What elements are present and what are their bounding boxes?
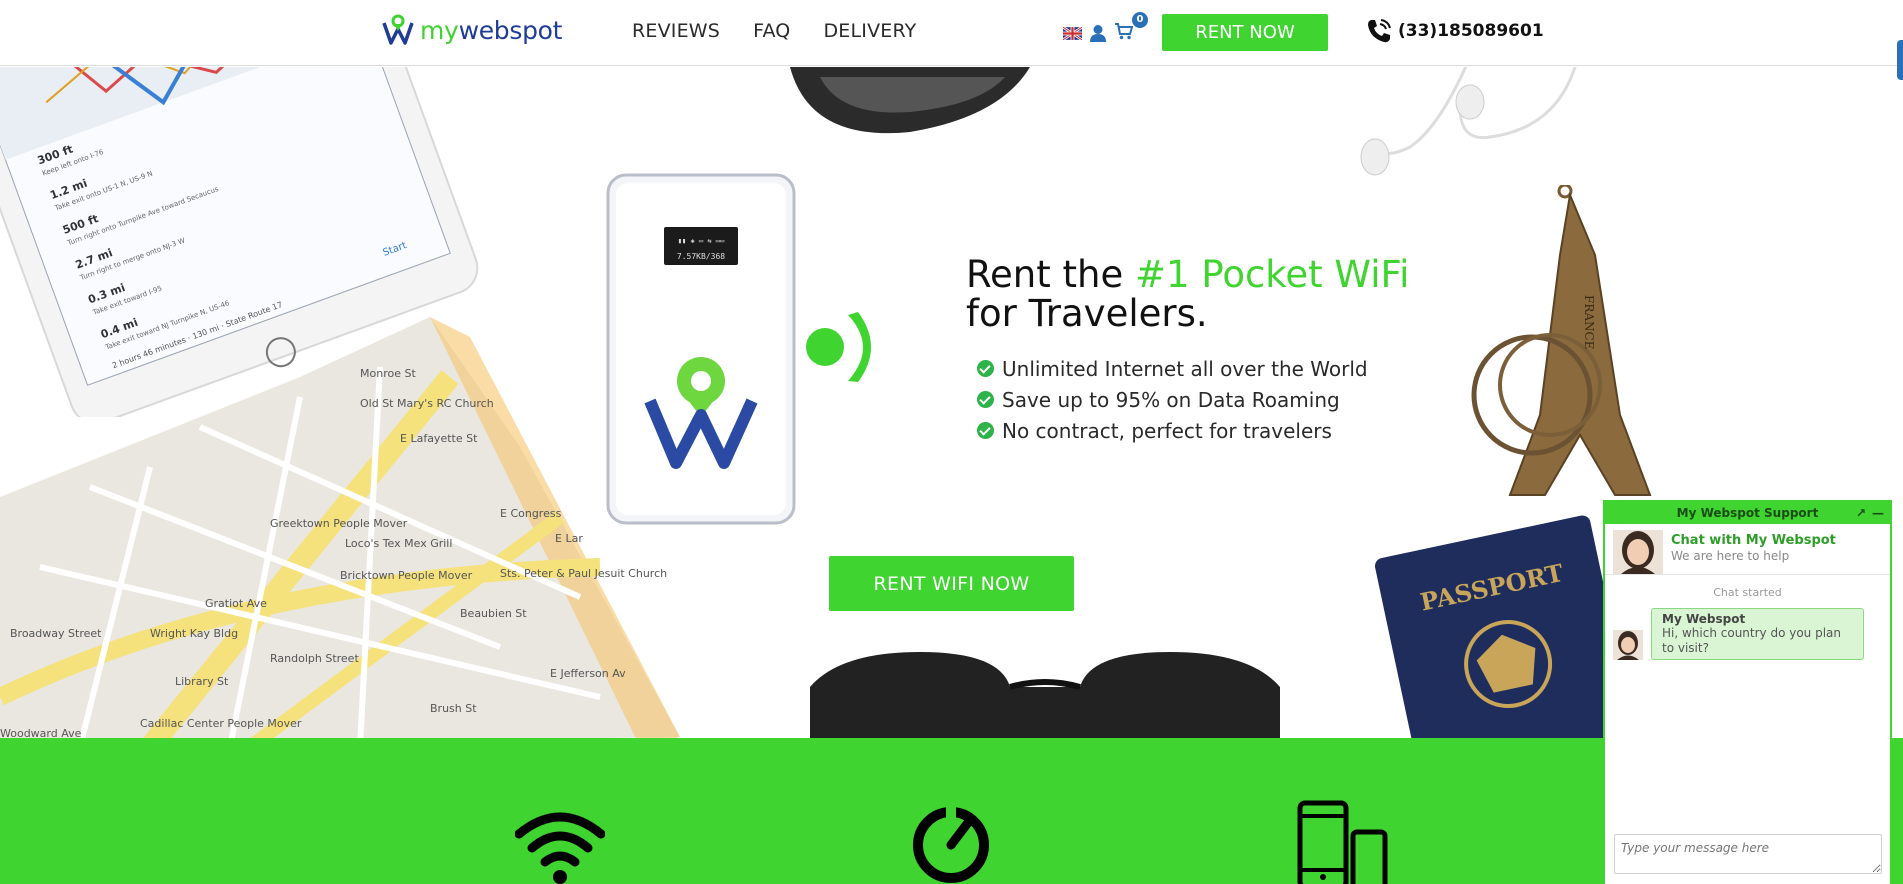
map-label: Loco's Tex Mex Grill: [345, 537, 452, 550]
page: mywebspot REVIEWS FAQ DELIVERY 0 RENT NO…: [0, 0, 1903, 884]
nav-reviews[interactable]: REVIEWS: [632, 20, 720, 42]
hero-headline: Rent the #1 Pocket WiFi for Travelers.: [966, 255, 1409, 333]
check-circle-icon: [977, 360, 994, 377]
logo-text: mywebspot: [420, 16, 562, 45]
chat-intro: Chat with My Webspot We are here to help: [1605, 524, 1890, 575]
message-text: Hi, which country do you plan to visit?: [1662, 626, 1842, 655]
chat-header[interactable]: My Webspot Support ↗ —: [1605, 502, 1890, 524]
map-label: Library St: [175, 675, 229, 688]
feature-text: Save up to 95% on Data Roaming: [1002, 387, 1340, 412]
map-label: Wright Kay Bldg: [150, 627, 238, 640]
check-circle-icon: [977, 391, 994, 408]
uk-flag-icon[interactable]: [1063, 26, 1082, 40]
map-label: E Congress: [500, 507, 562, 520]
nav-delivery[interactable]: DELIVERY: [823, 20, 916, 42]
message-bubble: My Webspot Hi, which country do you plan…: [1651, 608, 1864, 660]
cart-icon: [1115, 23, 1134, 40]
message-sender: My Webspot: [1662, 612, 1746, 626]
map-label: Woodward Ave: [0, 727, 82, 738]
speedometer-icon: [913, 806, 989, 883]
chat-message-input[interactable]: [1614, 834, 1882, 874]
site-logo[interactable]: mywebspot: [382, 12, 562, 48]
chat-message: My Webspot Hi, which country do you plan…: [1605, 608, 1890, 660]
device-screen-text: 7.57KB/368: [677, 252, 725, 261]
chat-intro-title: Chat with My Webspot: [1671, 533, 1836, 548]
headline-highlight: #1 Pocket WiFi: [1135, 253, 1410, 296]
map-label: Cadillac Center People Mover: [140, 717, 302, 730]
headline-prefix: Rent the: [966, 253, 1136, 296]
speaker-image: [790, 67, 1030, 134]
passport-image: PASSPORT: [1374, 515, 1610, 738]
support-chat-widget: My Webspot Support ↗ — Chat with My Webs…: [1603, 500, 1892, 884]
headline-suffix: for Travelers.: [966, 292, 1208, 335]
signal-icon: [806, 312, 871, 382]
map-label: Bricktown People Mover: [340, 569, 473, 582]
map-image: Monroe St Old St Mary's RC Church E Lafa…: [0, 317, 680, 738]
nav-faq[interactable]: FAQ: [753, 20, 790, 42]
rent-wifi-now-button[interactable]: RENT WIFI NOW: [829, 556, 1074, 611]
chat-title: My Webspot Support: [1676, 506, 1819, 520]
sunglasses-image: [810, 652, 1280, 738]
map-label: Monroe St: [360, 367, 416, 380]
logo-icon: [382, 14, 414, 45]
feature-text: Unlimited Internet all over the World: [1002, 356, 1368, 381]
header-utilities: 0: [1063, 12, 1148, 44]
site-header: mywebspot REVIEWS FAQ DELIVERY 0 RENT NO…: [0, 0, 1903, 66]
message-avatar: [1613, 630, 1643, 660]
feature-text: No contract, perfect for travelers: [1002, 418, 1332, 443]
feature-item: No contract, perfect for travelers: [977, 415, 1368, 446]
phone-icon: [1368, 19, 1391, 43]
map-label: Randolph Street: [270, 652, 359, 665]
cart-button[interactable]: 0: [1114, 12, 1148, 44]
rent-now-button[interactable]: RENT NOW: [1162, 14, 1328, 51]
cart-count-badge: 0: [1132, 12, 1148, 28]
map-label: Gratiot Ave: [205, 597, 267, 610]
map-label: E Lafayette St: [400, 432, 478, 445]
map-label: E Lar: [555, 532, 583, 545]
side-feedback-tab[interactable]: [1897, 40, 1903, 80]
map-label: Beaubien St: [460, 607, 527, 620]
map-label: Brush St: [430, 702, 477, 715]
pocket-wifi-device-image: ▮▮ ◈ ▭ ⇆ ▭▭ 7.57KB/368: [606, 173, 796, 525]
chat-status: Chat started: [1713, 586, 1782, 599]
device-screen-status: ▮▮ ◈ ▭ ⇆ ▭▭: [678, 237, 724, 245]
phone-contact[interactable]: (33)185089601: [1364, 16, 1544, 46]
map-label: Greektown People Mover: [270, 517, 408, 530]
feature-item: Unlimited Internet all over the World: [977, 353, 1368, 384]
feature-list: Unlimited Internet all over the World Sa…: [977, 353, 1368, 446]
map-label: Sts. Peter & Paul Jesuit Church: [500, 567, 667, 580]
map-label: Broadway Street: [10, 627, 102, 640]
map-label: Old St Mary's RC Church: [360, 397, 494, 410]
keychain-label: FRANCE: [1582, 295, 1596, 349]
main-nav: REVIEWS FAQ DELIVERY: [632, 20, 917, 42]
mobile-devices-icon: [1297, 800, 1388, 884]
logo-suffix: webspot: [458, 15, 563, 45]
minimize-icon[interactable]: —: [1872, 502, 1884, 524]
user-icon[interactable]: [1089, 24, 1107, 42]
chat-intro-subtitle: We are here to help: [1671, 549, 1790, 563]
popout-icon[interactable]: ↗: [1856, 502, 1866, 524]
agent-avatar: [1613, 530, 1663, 574]
check-circle-icon: [977, 422, 994, 439]
map-label: E Jefferson Av: [550, 667, 626, 680]
eiffel-keychain-image: FRANCE: [1471, 185, 1652, 496]
wifi-icon: [515, 812, 605, 884]
phone-number[interactable]: (33)185089601: [1398, 21, 1544, 41]
logo-prefix: my: [420, 15, 459, 45]
feature-item: Save up to 95% on Data Roaming: [977, 384, 1368, 415]
